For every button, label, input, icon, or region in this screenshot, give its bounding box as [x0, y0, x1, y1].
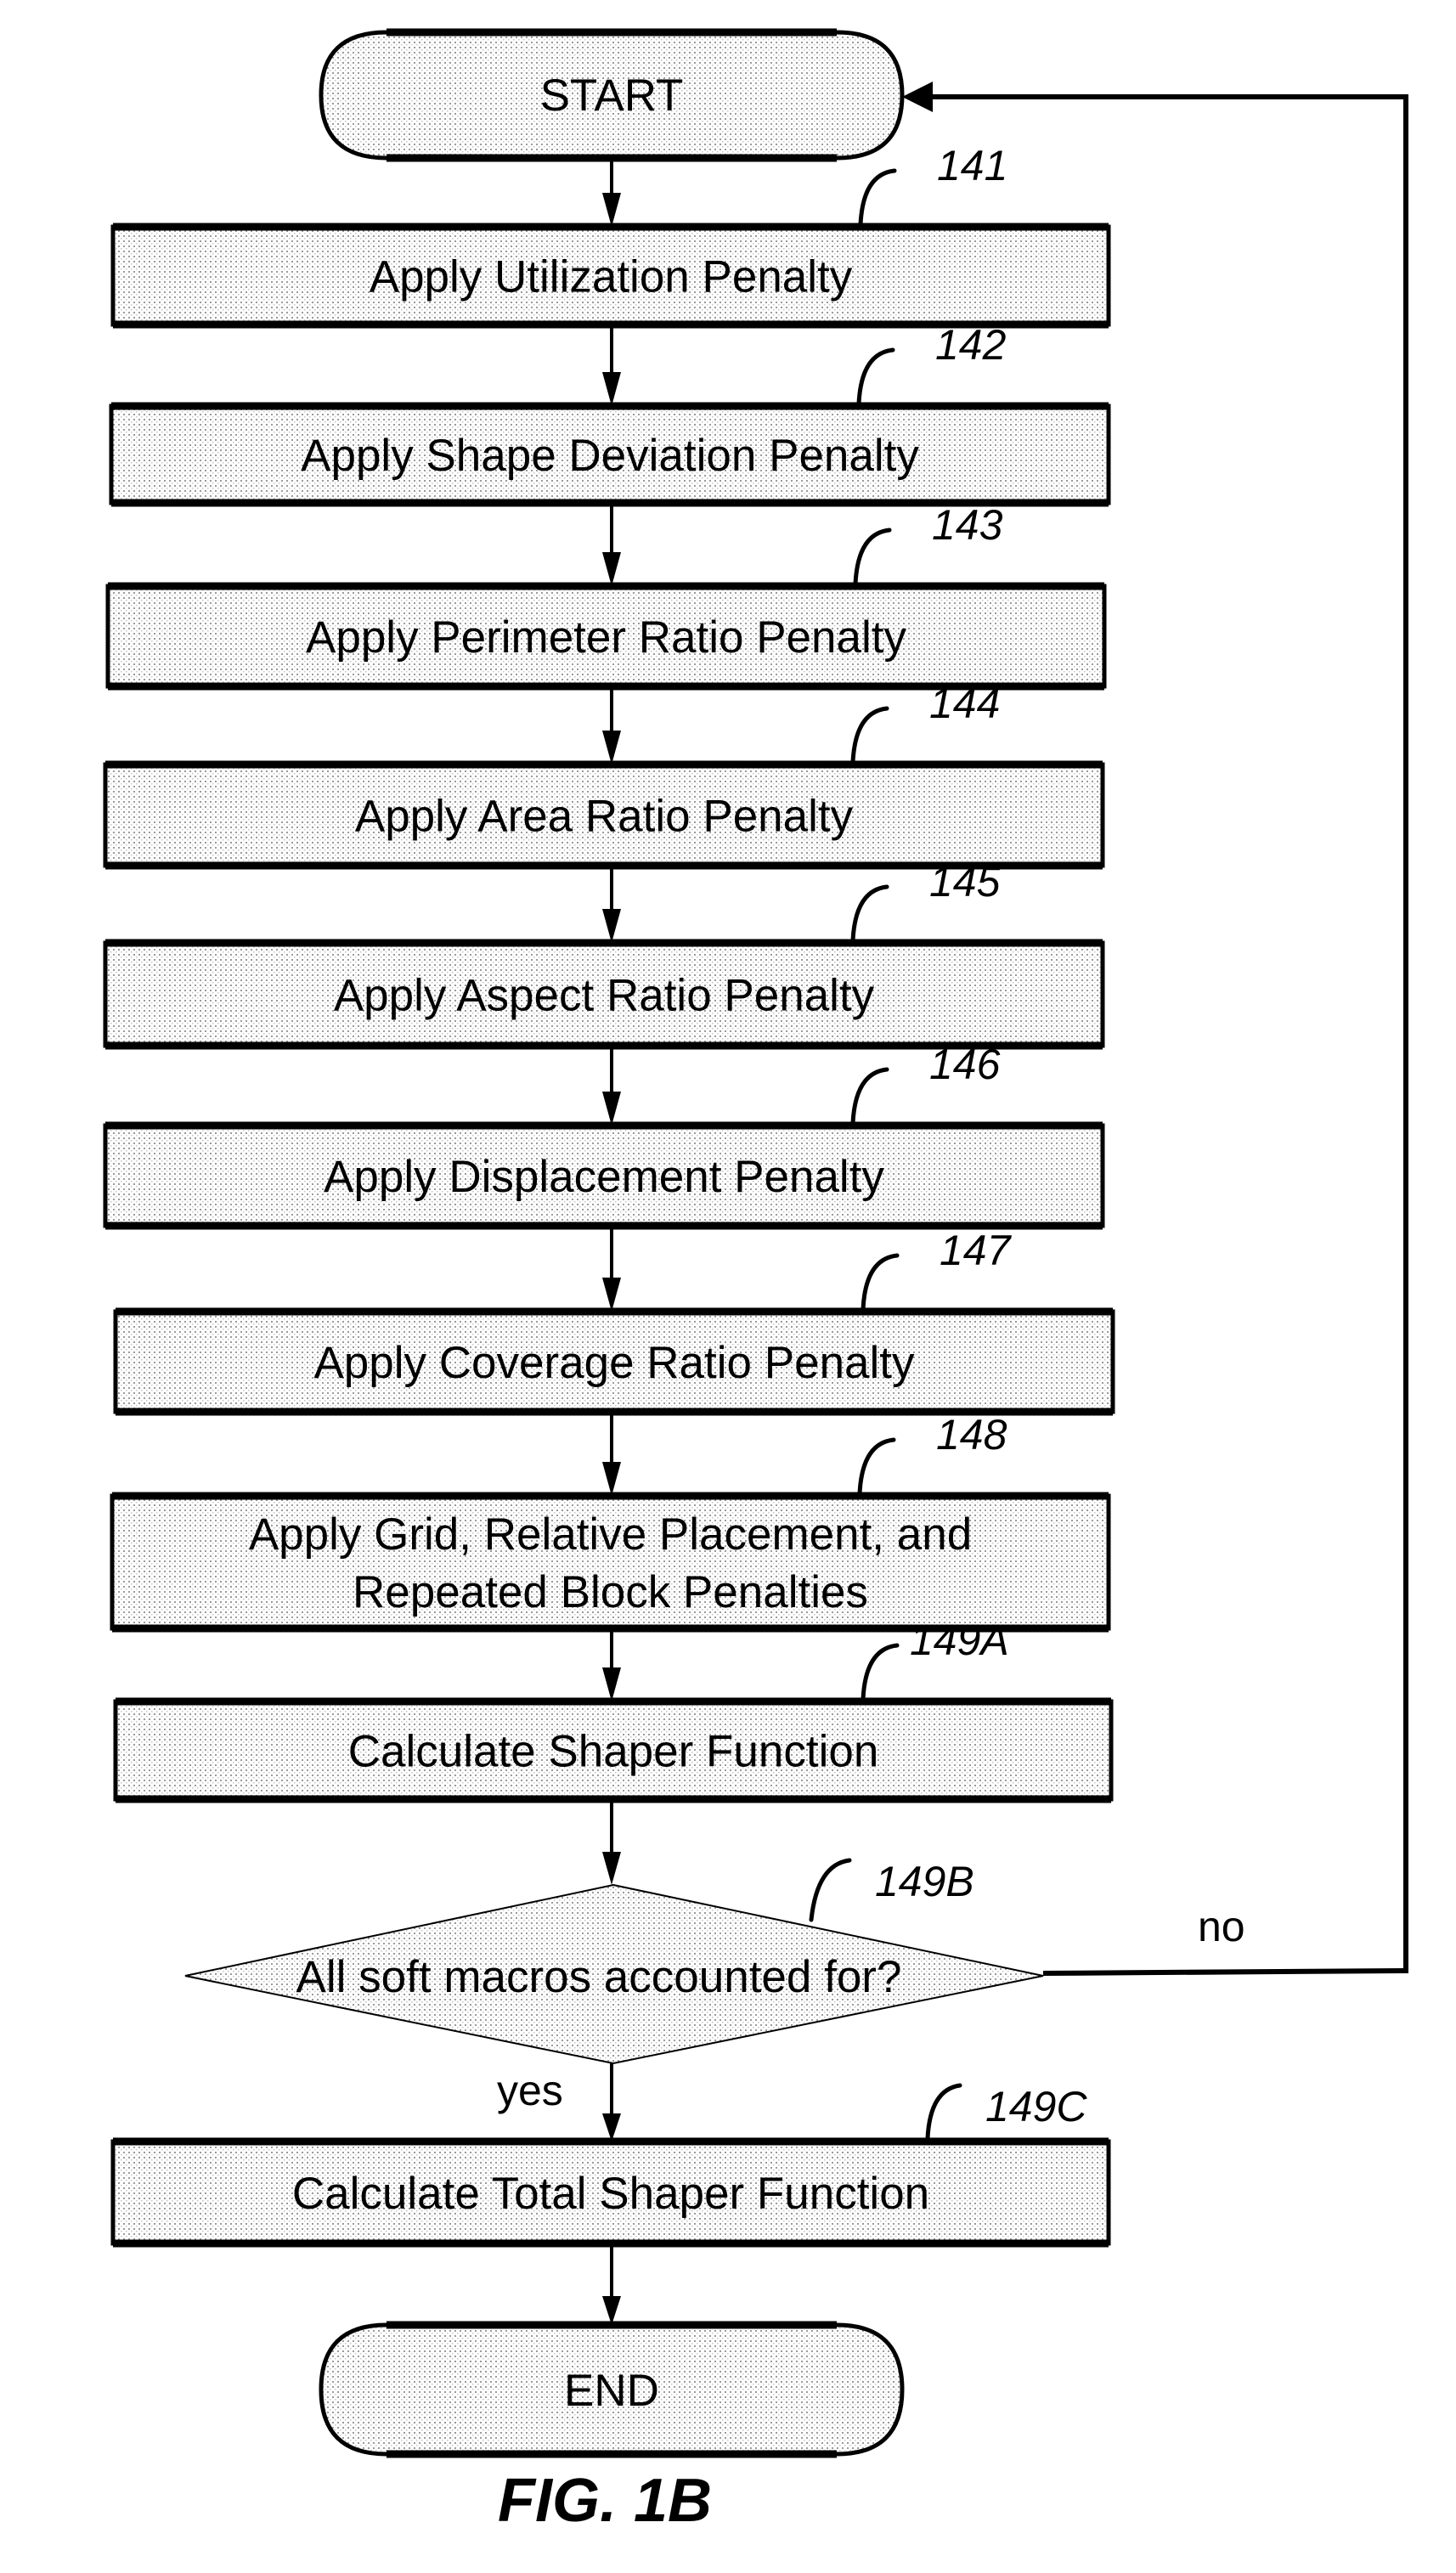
arrowhead-icon — [602, 552, 621, 586]
ref-leader — [853, 528, 892, 586]
end-connector — [602, 2243, 621, 2325]
no-label: no — [1198, 1903, 1245, 1950]
step-box: Apply Shape Deviation Penalty 142 — [109, 321, 1111, 507]
step-box: Apply Displacement Penalty 146 — [103, 1041, 1105, 1230]
end-label: END — [564, 2366, 659, 2416]
final-step-ref: 149C — [985, 2083, 1087, 2130]
ref-leader — [858, 168, 897, 227]
step-label: Apply Grid, Relative Placement, and — [249, 1509, 972, 1560]
ref-leader — [856, 347, 895, 406]
step-box: Apply Perimeter Ratio Penalty 143 — [105, 501, 1107, 691]
start-terminal: START — [319, 28, 905, 162]
arrowhead-icon — [602, 909, 621, 943]
step-label: Apply Area Ratio Penalty — [355, 792, 854, 842]
ref-leader — [857, 1437, 896, 1496]
ref-leader — [850, 884, 889, 943]
ref-leader — [850, 706, 889, 765]
arrowhead-icon — [602, 372, 621, 406]
arrowhead-icon — [602, 1092, 621, 1126]
ref-leader — [850, 1067, 889, 1126]
final-step-label: Calculate Total Shaper Function — [292, 2169, 929, 2219]
step-label: Apply Displacement Penalty — [324, 1152, 884, 1202]
decision-diamond: All soft macros accounted for? 149B — [184, 1858, 1044, 2065]
flowchart: START Apply Utilization Penalty141Apply … — [103, 28, 1408, 2535]
step-box: Apply Utilization Penalty 141 — [110, 142, 1111, 329]
step-box: Calculate Shaper Function 149A — [113, 1617, 1114, 1803]
step-box: Apply Area Ratio Penalty 144 — [103, 680, 1105, 870]
arrowhead-icon — [602, 193, 621, 227]
loop-arrowhead-icon — [902, 82, 933, 112]
step-box: Apply Grid, Relative Placement, and Repea… — [110, 1411, 1111, 1633]
step-label: Apply Utilization Penalty — [370, 252, 853, 302]
yes-label: yes — [497, 2067, 563, 2114]
decision-ref: 149B — [875, 1858, 974, 1905]
step-label: Apply Shape Deviation Penalty — [301, 431, 919, 481]
figure-caption: FIG. 1B — [498, 2467, 712, 2535]
step-label: Apply Aspect Ratio Penalty — [334, 971, 875, 1021]
step-ref-number: 147 — [940, 1227, 1013, 1274]
step-ref-number: 146 — [929, 1041, 1001, 1088]
step-label: Calculate Shaper Function — [348, 1727, 879, 1777]
step-ref-number: 144 — [929, 680, 1000, 727]
arrowhead-icon — [602, 1278, 621, 1312]
ref-leader — [861, 1643, 900, 1701]
start-label: START — [540, 71, 684, 121]
step-ref-number: 148 — [936, 1411, 1007, 1459]
arrowhead-icon — [602, 1462, 621, 1496]
step-ref-number: 145 — [929, 858, 1001, 906]
ref-leader — [861, 1253, 900, 1312]
step-ref-number: 149A — [910, 1617, 1009, 1664]
decision-question: All soft macros accounted for? — [296, 1952, 902, 2002]
final-step-ref-leader — [925, 2083, 962, 2141]
step-ref-number: 142 — [935, 321, 1007, 369]
step-ref-number: 141 — [937, 142, 1007, 189]
step-label: Apply Coverage Ratio Penalty — [313, 1338, 915, 1388]
arrowhead-icon — [602, 731, 621, 765]
end-terminal: END — [319, 2321, 905, 2458]
step-label: Apply Perimeter Ratio Penalty — [306, 612, 906, 663]
step-ref-number: 143 — [932, 501, 1003, 549]
decision-ref-leader — [809, 1858, 852, 1922]
arrowhead-icon — [602, 1667, 621, 1701]
step-box: Apply Coverage Ratio Penalty 147 — [113, 1226, 1115, 1416]
step-label: Repeated Block Penalties — [353, 1567, 868, 1617]
yes-connector: yes — [497, 2063, 621, 2141]
step-box: Apply Aspect Ratio Penalty 145 — [103, 858, 1105, 1050]
steps-layer: Apply Utilization Penalty 141 Apply Shape … — [103, 142, 1115, 1885]
arrowhead-icon — [602, 1852, 621, 1885]
